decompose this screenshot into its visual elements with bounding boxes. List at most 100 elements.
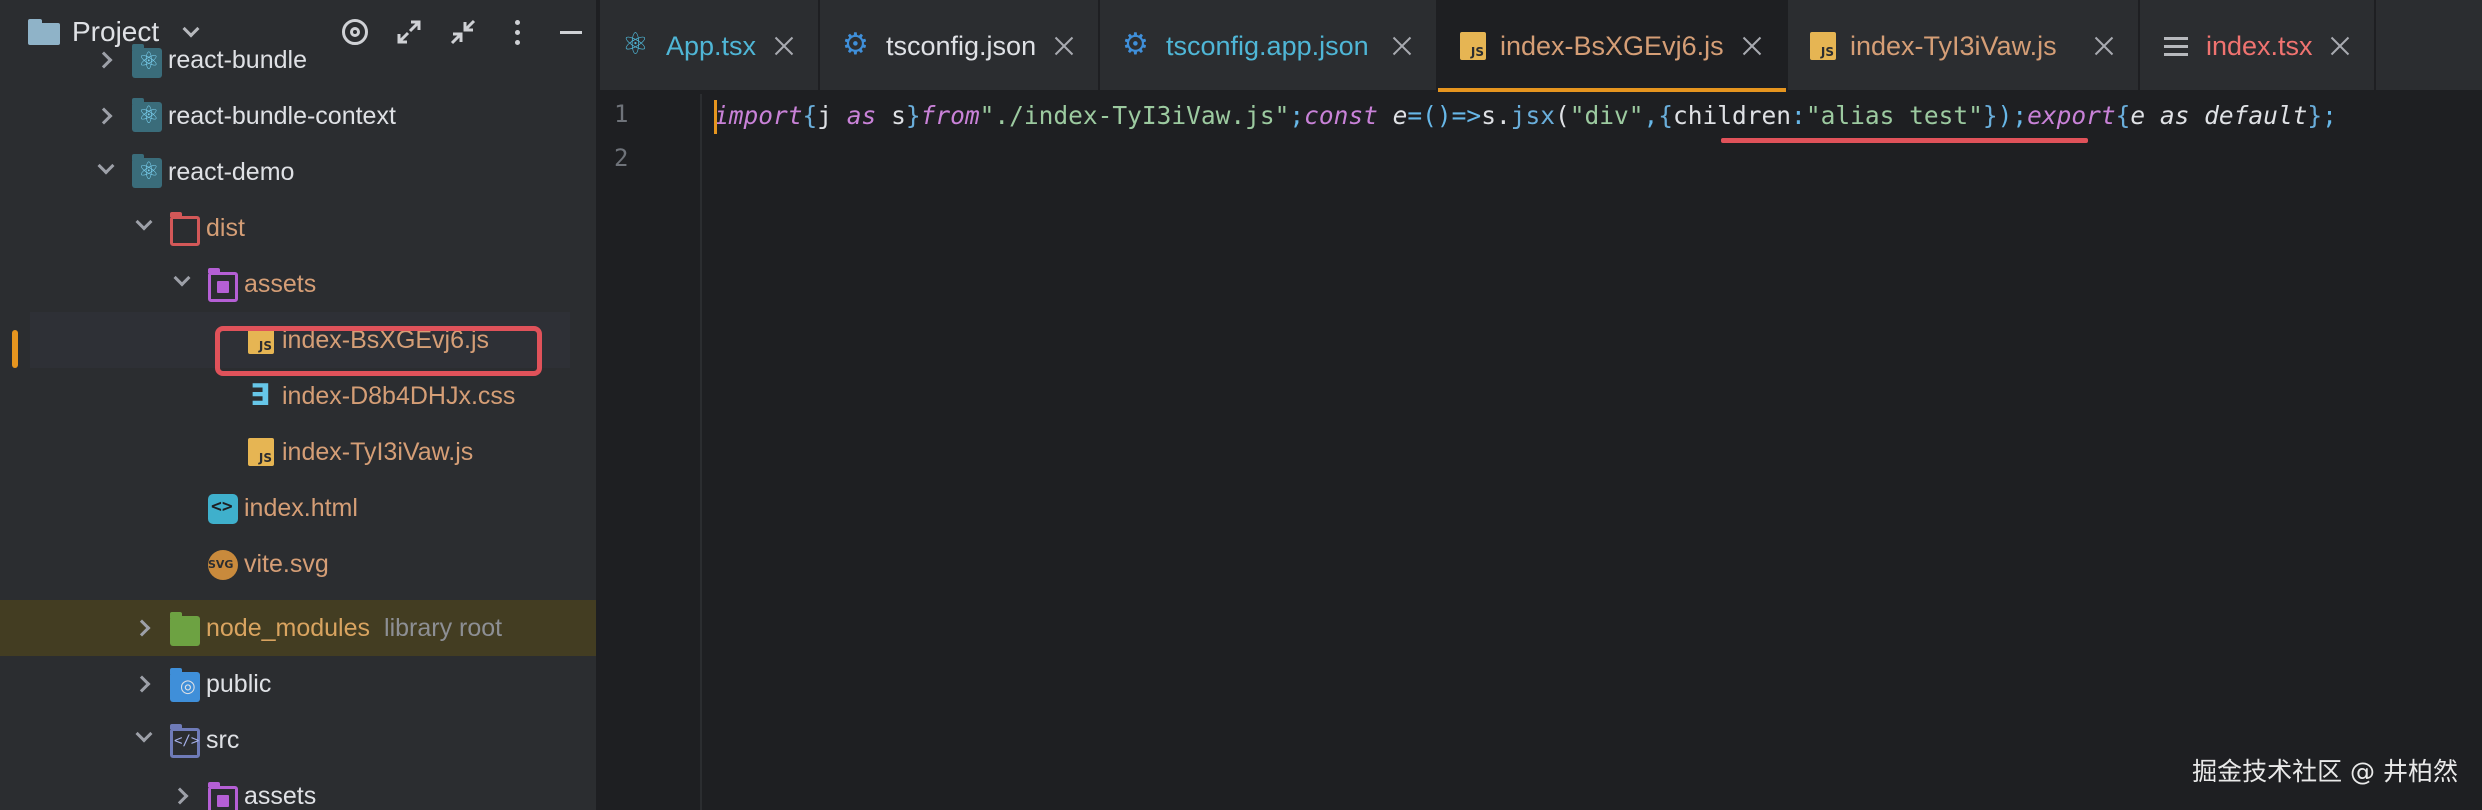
structure-icon: [2162, 31, 2192, 61]
brace-token: }: [1982, 101, 1998, 130]
chevron-down-icon: [173, 269, 191, 287]
brace-token: {: [802, 101, 818, 130]
tree-item-assets[interactable]: assets: [0, 256, 596, 312]
tab-label: index.tsx: [2206, 30, 2313, 61]
line-number: 1: [614, 100, 629, 128]
close-icon[interactable]: [2330, 36, 2350, 56]
web-folder-icon: [170, 668, 200, 702]
tree-item-label: react-bundle: [168, 46, 307, 74]
tree-item-label: react-bundle-context: [168, 102, 396, 130]
tab-label: tsconfig.json: [886, 30, 1037, 61]
code-line-1[interactable]: import{j as s}from"./index-TyI3iVaw.js";…: [714, 94, 2337, 138]
tree-item-label: assets: [244, 782, 317, 810]
text-caret: [714, 100, 717, 134]
js-file-icon: [1810, 32, 1836, 60]
keyword-token: as: [846, 101, 877, 130]
react-folder-icon: [132, 44, 162, 78]
tree-item-label: assets: [244, 270, 317, 298]
tab-index-tsx[interactable]: index.tsx: [2140, 0, 2376, 92]
tab-tsconfig-app-json[interactable]: tsconfig.app.json: [1100, 0, 1438, 92]
brace-token: }: [2307, 101, 2323, 130]
brace-token: {: [2115, 101, 2131, 130]
html-file-icon: [208, 494, 238, 524]
punct-token: );: [1997, 101, 2028, 130]
svg-file-icon: [208, 550, 238, 580]
chevron-right-icon: [171, 787, 189, 805]
brace-token: {: [1658, 101, 1674, 130]
keyword-token: import: [714, 101, 803, 130]
tree-item-index-html[interactable]: index.html: [0, 480, 596, 536]
tab-tsconfig-json[interactable]: tsconfig.json: [820, 0, 1100, 92]
gear-icon: [842, 27, 872, 62]
editor-tab-bar: App.tsx tsconfig.json tsconfig.app.json …: [600, 0, 2482, 92]
close-icon[interactable]: [1392, 36, 1412, 56]
tree-item-label: index-TyI3iVaw.js: [282, 438, 474, 466]
keyword-token: export: [2027, 101, 2116, 130]
react-folder-icon: [132, 154, 162, 188]
close-icon[interactable]: [774, 36, 794, 56]
tree-item-label: index-D8b4DHJx.css: [282, 382, 516, 410]
tree-item-index-tyi3ivaw-js[interactable]: index-TyI3iVaw.js: [0, 424, 596, 480]
identifier-token: e as default: [2130, 101, 2308, 130]
identifier-token: s: [876, 101, 906, 130]
chevron-down-icon: [135, 213, 153, 231]
punct-token: ;: [1289, 101, 1305, 130]
gutter-separator: [700, 94, 702, 810]
chevron-down-icon: [97, 157, 115, 175]
tab-index-bsxgevj6-js[interactable]: index-BsXGEvj6.js: [1438, 0, 1788, 92]
chevron-right-icon: [133, 619, 151, 637]
tree-item-label: index.html: [244, 494, 358, 522]
chevron-right-icon: [95, 51, 113, 69]
project-panel: Project react-bundle react-bundle-conte: [0, 0, 598, 810]
gear-icon: [1122, 27, 1152, 62]
punct-token: ,: [1643, 101, 1659, 130]
tree-item-index-d8b4dhjx-css[interactable]: index-D8b4DHJx.css: [0, 368, 596, 424]
tree-item-react-bundle-context[interactable]: react-bundle-context: [0, 88, 596, 144]
js-file-icon: [1460, 32, 1486, 60]
chevron-down-icon: [135, 725, 153, 743]
tab-index-tyi3ivaw-js[interactable]: index-TyI3iVaw.js: [1788, 0, 2140, 92]
keyword-token: const: [1304, 101, 1378, 130]
vcs-change-marker: [12, 330, 18, 368]
tree-item-vite-svg[interactable]: vite.svg: [0, 536, 596, 592]
operator-token: =()=>: [1407, 101, 1482, 130]
folder-icon: [208, 782, 238, 810]
string-token: "alias test": [1805, 101, 1983, 130]
tree-item-label: dist: [206, 214, 245, 242]
tab-label: tsconfig.app.json: [1166, 30, 1369, 61]
tree-item-node-modules[interactable]: node_modules library root: [0, 600, 596, 656]
node-folder-icon: [170, 612, 200, 646]
js-file-icon: [248, 438, 274, 466]
tree-item-public[interactable]: public: [0, 656, 596, 712]
string-token: "./index-TyI3iVaw.js": [979, 101, 1290, 130]
punct-token: :: [1791, 101, 1806, 130]
keyword-token: from: [920, 101, 980, 130]
code-editor[interactable]: 1 2 import{j as s}from"./index-TyI3iVaw.…: [600, 94, 2482, 810]
brace-token: }: [905, 101, 921, 130]
close-icon[interactable]: [2094, 36, 2114, 56]
tree-item-dist[interactable]: dist: [0, 200, 596, 256]
chevron-right-icon: [95, 107, 113, 125]
folder-icon: [208, 268, 238, 302]
tree-item-react-bundle[interactable]: react-bundle: [0, 32, 596, 88]
punct-token: (: [1554, 101, 1570, 130]
tab-label: index-TyI3iVaw.js: [1850, 30, 2057, 61]
identifier-token: s.: [1481, 101, 1511, 130]
tree-item-label: src: [206, 726, 240, 754]
library-root-label: library root: [384, 614, 503, 642]
tree-item-label: vite.svg: [244, 550, 329, 578]
highlight-box: [215, 326, 542, 376]
source-folder-icon: [170, 724, 200, 758]
chevron-right-icon: [133, 675, 151, 693]
tree-item-react-demo[interactable]: react-demo: [0, 144, 596, 200]
tab-app-tsx[interactable]: App.tsx: [600, 0, 820, 92]
tree-item-src-assets[interactable]: assets: [0, 768, 596, 810]
close-icon[interactable]: [1742, 36, 1762, 56]
line-number: 2: [614, 144, 629, 172]
tree-item-label: react-demo: [168, 158, 295, 186]
close-icon[interactable]: [1054, 36, 1074, 56]
css-file-icon: [248, 378, 274, 413]
string-token: "div": [1569, 101, 1644, 130]
tree-item-src[interactable]: src: [0, 712, 596, 768]
property-token: children: [1673, 101, 1792, 130]
